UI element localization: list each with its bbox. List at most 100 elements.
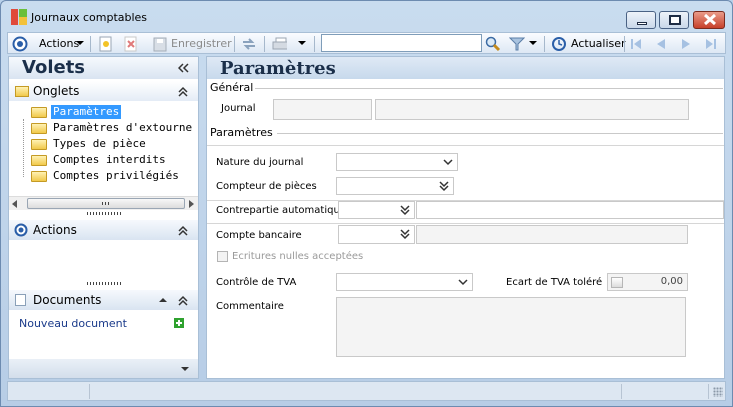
tree-item-label: Types de pièce — [53, 137, 146, 150]
tree-item-label: Paramètres d'extourne — [53, 121, 193, 134]
general-group-title: Général — [210, 81, 254, 94]
nature-dropdown[interactable] — [336, 153, 458, 171]
chevron-down-icon — [458, 279, 468, 286]
window-title: Journaux comptables — [31, 11, 148, 24]
tabs-section-title: Onglets — [33, 84, 80, 98]
scroll-left-icon[interactable] — [12, 200, 18, 208]
contrepartie-label: Contrepartie automatique — [216, 205, 346, 216]
actions-circle-icon — [14, 223, 28, 237]
search-icon[interactable] — [485, 36, 501, 52]
first-icon[interactable] — [628, 36, 644, 52]
contrepartie-detail-field[interactable] — [416, 201, 724, 219]
toolbar-separator — [264, 36, 265, 52]
chevron-down-icon[interactable] — [529, 39, 545, 55]
new-document-link[interactable]: Nouveau document — [19, 317, 127, 330]
refresh-button[interactable]: Actualiser — [571, 36, 626, 52]
double-chevron-down-icon — [439, 181, 449, 192]
add-icon[interactable] — [174, 318, 184, 328]
status-bar — [7, 381, 726, 401]
journal-label: Journal — [221, 103, 256, 114]
sync-icon[interactable] — [241, 36, 257, 52]
delete-icon[interactable] — [123, 36, 139, 52]
double-chevron-down-icon — [400, 229, 410, 240]
content-panel: Paramètres Général Journal Paramètres Na… — [206, 56, 725, 379]
journal-name-field[interactable] — [375, 99, 689, 120]
chevron-up-icon[interactable] — [178, 225, 188, 237]
save-button[interactable]: Enregistrer — [171, 36, 232, 52]
horizontal-scrollbar[interactable] — [9, 196, 198, 210]
controle-tva-dropdown[interactable] — [336, 273, 473, 291]
content-header: Paramètres — [207, 57, 724, 79]
new-icon[interactable] — [98, 36, 114, 52]
chevron-up-icon[interactable] — [178, 295, 188, 307]
ecritures-label: Ecritures nulles acceptées — [232, 251, 364, 262]
refresh-icon[interactable] — [551, 36, 567, 52]
prev-icon[interactable] — [653, 36, 669, 52]
maximize-button[interactable] — [659, 11, 689, 29]
close-button[interactable] — [693, 11, 725, 29]
sort-up-icon[interactable] — [159, 297, 167, 303]
next-icon[interactable] — [678, 36, 694, 52]
page-title: Paramètres — [220, 58, 336, 79]
main-window: Journaux comptables Actions Enregistrer — [0, 0, 733, 407]
documents-section-header[interactable]: Documents — [9, 290, 198, 310]
minimize-button[interactable] — [626, 11, 656, 29]
actions-section-title: Actions — [33, 223, 77, 237]
chevron-up-icon[interactable] — [178, 86, 188, 98]
print-icon[interactable] — [271, 36, 287, 52]
close-icon — [703, 13, 717, 26]
commentaire-label: Commentaire — [216, 301, 284, 312]
actions-label: Actions — [39, 37, 80, 50]
compteur-label: Compteur de pièces — [216, 181, 317, 192]
splitter-grip[interactable] — [87, 212, 123, 215]
calculator-icon[interactable] — [611, 277, 623, 288]
group-divider — [277, 133, 723, 134]
actions-menu[interactable]: Actions — [39, 36, 79, 52]
contrepartie-dropdown[interactable] — [338, 201, 415, 219]
group-divider — [255, 88, 723, 89]
last-icon[interactable] — [703, 36, 719, 52]
documents-icon — [15, 294, 26, 306]
status-cell — [90, 384, 622, 399]
collapse-icon[interactable] — [178, 63, 190, 73]
status-cell — [622, 384, 709, 399]
title-bar[interactable]: Journaux comptables — [1, 1, 732, 31]
minimize-icon — [637, 22, 647, 25]
ecart-tva-field[interactable]: 0,00 — [607, 273, 688, 291]
save-icon[interactable] — [153, 36, 169, 52]
grip-icon — [102, 202, 110, 205]
filter-icon[interactable] — [509, 36, 525, 52]
actions-section-header[interactable]: Actions — [9, 220, 198, 240]
scroll-right-icon[interactable] — [189, 200, 195, 208]
params-group-title: Paramètres — [210, 126, 273, 139]
tabs-section-header[interactable]: Onglets — [9, 81, 198, 101]
compte-bancaire-detail-field[interactable] — [416, 225, 688, 244]
section-divider — [207, 145, 724, 146]
resize-grip-icon[interactable] — [713, 387, 723, 397]
compte-bancaire-dropdown[interactable] — [338, 225, 415, 244]
tree-item-label: Comptes privilégiés — [53, 169, 179, 182]
commentaire-textarea[interactable] — [336, 297, 686, 357]
actions-circle-icon — [12, 36, 28, 52]
ecritures-checkbox[interactable] — [217, 251, 228, 262]
toolbar: Actions Enregistrer Actualiser — [7, 32, 726, 54]
chevron-down-icon[interactable] — [298, 39, 314, 55]
compteur-dropdown[interactable] — [336, 177, 454, 195]
search-input[interactable] — [321, 34, 482, 52]
folder-icon — [31, 139, 47, 150]
side-panel-footer[interactable] — [9, 359, 198, 378]
splitter-grip[interactable] — [87, 282, 123, 285]
toolbar-separator — [314, 36, 315, 52]
chevron-down-icon[interactable] — [181, 366, 189, 372]
tree-item-label: Comptes interdits — [53, 153, 166, 166]
folder-icon — [31, 171, 47, 182]
tree-guide — [23, 119, 24, 177]
tree-item-label: Paramètres — [51, 105, 122, 119]
journal-code-field[interactable] — [273, 99, 372, 120]
ecart-tva-label: Ecart de TVA toléré — [506, 277, 603, 288]
side-panel-header: Volets — [9, 57, 198, 79]
compte-bancaire-label: Compte bancaire — [216, 230, 302, 241]
toolbar-separator — [544, 36, 545, 52]
folder-icon — [31, 107, 47, 118]
scroll-thumb[interactable] — [27, 198, 185, 209]
